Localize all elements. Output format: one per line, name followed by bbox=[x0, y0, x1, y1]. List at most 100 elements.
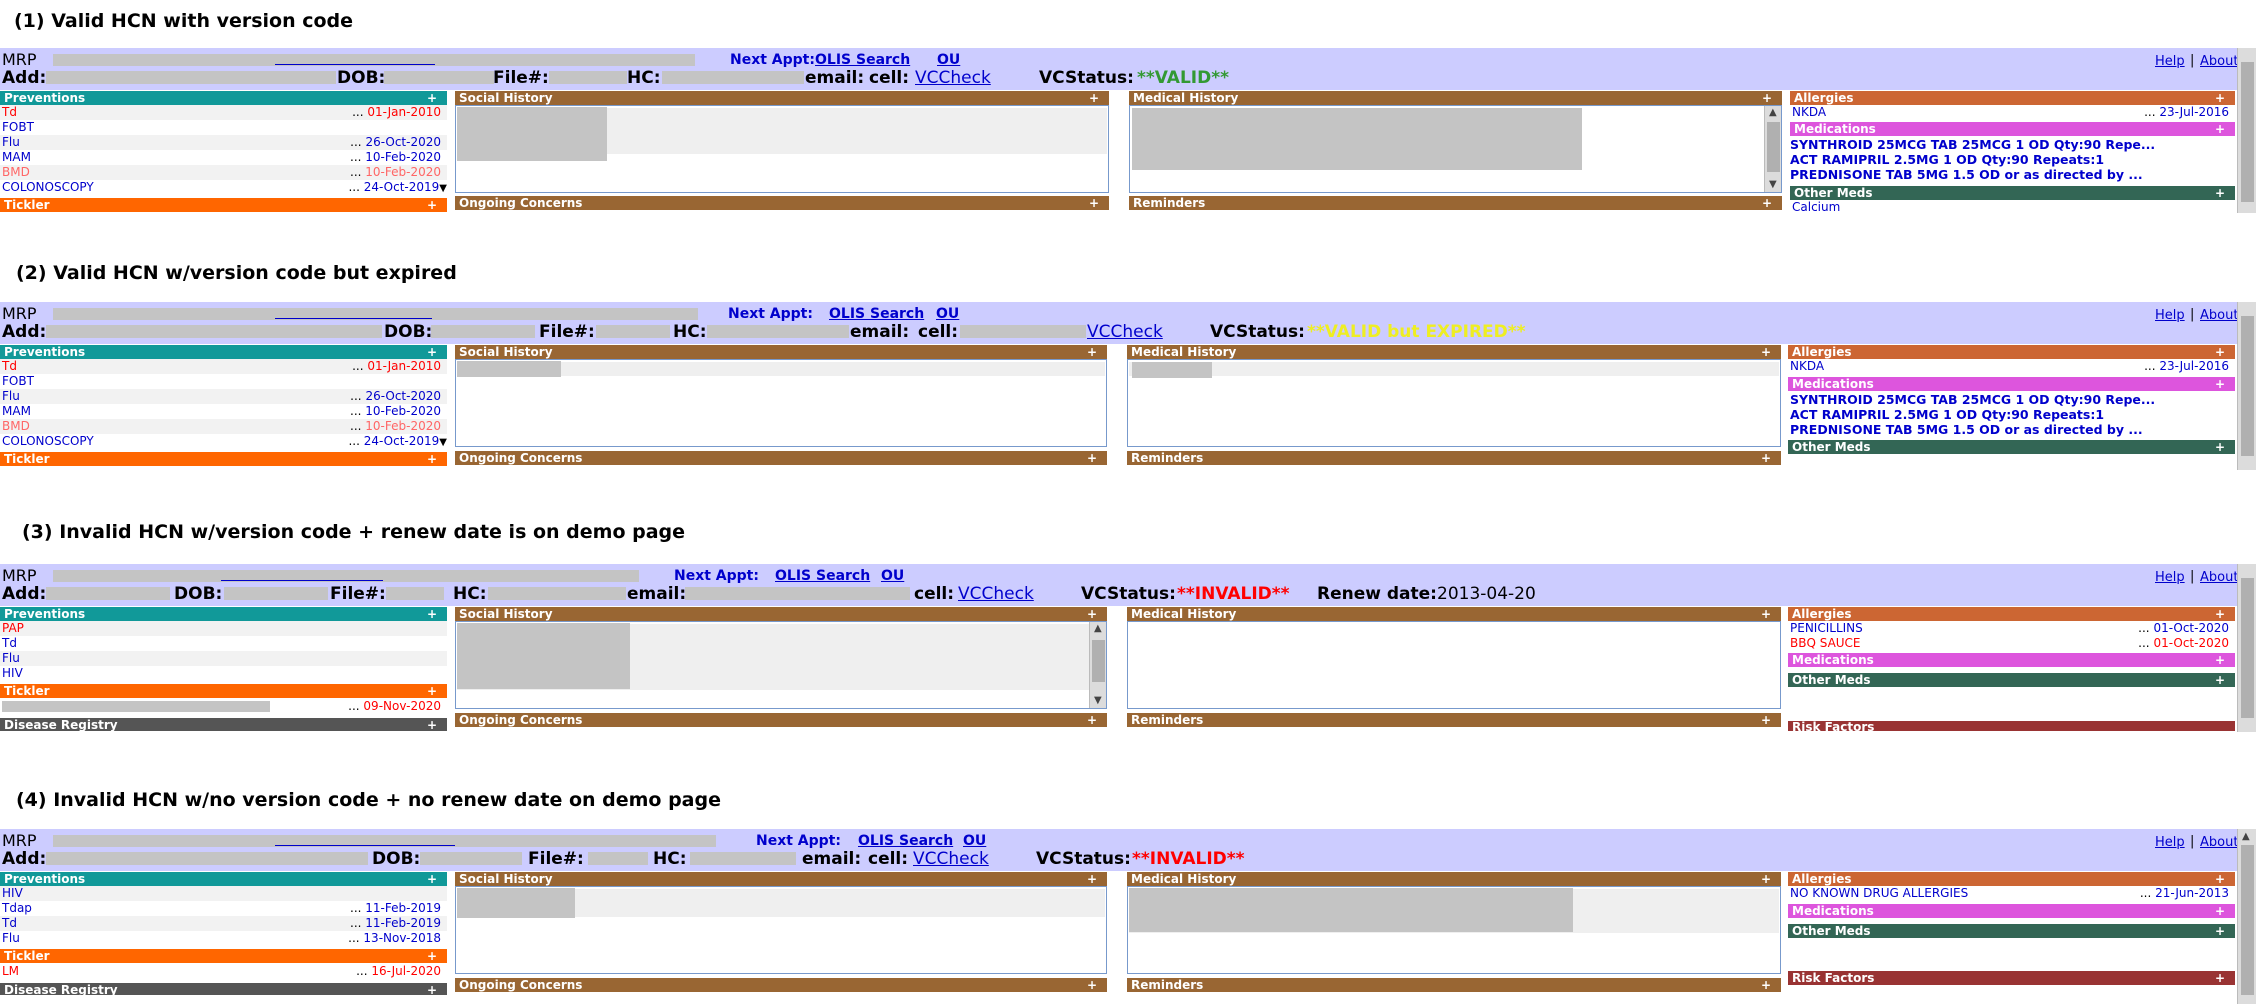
page-scrollbar[interactable]: ▲ bbox=[2237, 829, 2256, 1004]
add-icon[interactable]: + bbox=[427, 345, 437, 359]
prevention-row[interactable]: Flu bbox=[0, 651, 447, 666]
add-icon[interactable]: + bbox=[427, 607, 437, 621]
olis-search-link[interactable]: OLIS Search bbox=[829, 306, 924, 322]
allergy-row[interactable]: NKDA... 23-Jul-2016 bbox=[1790, 105, 2235, 120]
tickler-header[interactable]: Tickler + bbox=[0, 949, 447, 963]
add-icon[interactable]: + bbox=[2215, 377, 2225, 391]
allergy-row[interactable]: NO KNOWN DRUG ALLERGIES... 21-Jun-2013 bbox=[1788, 886, 2235, 901]
medical-history-header[interactable]: Medical History + bbox=[1127, 872, 1781, 886]
prevention-row[interactable]: Td... 01-Jan-2010 bbox=[0, 359, 447, 374]
add-icon[interactable]: + bbox=[427, 198, 437, 212]
prevention-row[interactable]: HIV bbox=[0, 886, 447, 901]
medical-history-box[interactable]: ▲ ▼ bbox=[1129, 105, 1782, 193]
scroll-down-icon[interactable]: ▼ bbox=[439, 183, 447, 194]
reminders-header[interactable]: Reminders + bbox=[1127, 978, 1781, 992]
allergies-header[interactable]: Allergies + bbox=[1790, 91, 2235, 105]
prevention-row[interactable]: Flu... 26-Oct-2020 bbox=[0, 135, 447, 150]
ongoing-concerns-header[interactable]: Ongoing Concerns + bbox=[455, 451, 1107, 465]
add-icon[interactable]: + bbox=[1089, 196, 1099, 210]
disease-registry-header[interactable]: Disease Registry + bbox=[0, 718, 447, 731]
patient-link[interactable] bbox=[221, 580, 383, 581]
ou-link[interactable]: OU bbox=[937, 52, 960, 68]
preventions-header[interactable]: Preventions + bbox=[0, 91, 447, 105]
preventions-header[interactable]: Preventions + bbox=[0, 872, 447, 886]
add-icon[interactable]: + bbox=[1087, 451, 1097, 465]
prevention-row[interactable]: FOBT bbox=[0, 374, 447, 389]
medication-item[interactable]: SYNTHROID 25MCG TAB 25MCG 1 OD Qty:90 Re… bbox=[1790, 137, 2155, 152]
patient-link[interactable] bbox=[275, 845, 455, 846]
add-icon[interactable]: + bbox=[1089, 91, 1099, 105]
about-link[interactable]: About bbox=[2200, 308, 2238, 323]
allergies-header[interactable]: Allergies + bbox=[1788, 872, 2235, 886]
scroll-down-icon[interactable]: ▼ bbox=[439, 437, 447, 448]
add-icon[interactable]: + bbox=[2215, 653, 2225, 667]
prevention-row[interactable]: MAM... 10-Feb-2020 bbox=[0, 150, 447, 165]
prevention-row[interactable]: COLONOSCOPY... 24-Oct-2019▼ bbox=[0, 180, 447, 195]
add-icon[interactable]: + bbox=[1087, 345, 1097, 359]
tickler-header[interactable]: Tickler + bbox=[0, 684, 447, 698]
prevention-row[interactable]: Flu... 13-Nov-2018 bbox=[0, 931, 447, 946]
olis-search-link[interactable]: OLIS Search bbox=[815, 52, 910, 68]
other-meds-header[interactable]: Other Meds + bbox=[1788, 673, 2235, 687]
preventions-header[interactable]: Preventions + bbox=[0, 607, 447, 621]
tickler-header[interactable]: Tickler + bbox=[0, 452, 447, 466]
tickler-row[interactable]: ... 09-Nov-2020 bbox=[0, 699, 447, 714]
about-link[interactable]: About bbox=[2200, 570, 2238, 585]
medication-item[interactable]: SYNTHROID 25MCG TAB 25MCG 1 OD Qty:90 Re… bbox=[1790, 392, 2155, 407]
social-history-box[interactable] bbox=[455, 105, 1109, 193]
allergies-header[interactable]: Allergies + bbox=[1788, 607, 2235, 621]
medical-history-box[interactable] bbox=[1127, 621, 1781, 709]
add-icon[interactable]: + bbox=[2215, 904, 2225, 918]
medical-history-box[interactable] bbox=[1127, 359, 1781, 447]
add-icon[interactable]: + bbox=[2215, 872, 2225, 886]
other-meds-header[interactable]: Other Meds + bbox=[1788, 924, 2235, 938]
add-icon[interactable]: + bbox=[2215, 607, 2225, 621]
prevention-row[interactable]: HIV bbox=[0, 666, 447, 681]
medications-header[interactable]: Medications + bbox=[1790, 122, 2235, 136]
medical-history-header[interactable]: Medical History + bbox=[1127, 607, 1781, 621]
vccheck-link[interactable]: VCCheck bbox=[915, 68, 991, 88]
add-icon[interactable]: + bbox=[427, 983, 437, 995]
prevention-row[interactable]: PAP bbox=[0, 621, 447, 636]
ou-link[interactable]: OU bbox=[881, 568, 904, 584]
page-scrollbar[interactable] bbox=[2237, 564, 2256, 732]
risk-factors-header[interactable]: Risk Factors + bbox=[1788, 971, 2235, 985]
add-icon[interactable]: + bbox=[1762, 196, 1772, 210]
medication-item[interactable]: PREDNISONE TAB 5MG 1.5 OD or as directed… bbox=[1790, 167, 2143, 182]
other-med-row[interactable]: Calcium bbox=[1790, 201, 2235, 212]
about-link[interactable]: About bbox=[2200, 54, 2238, 69]
preventions-header[interactable]: Preventions + bbox=[0, 345, 447, 359]
add-icon[interactable]: + bbox=[1761, 607, 1771, 621]
medication-item[interactable]: ACT RAMIPRIL 2.5MG 1 OD Qty:90 Repeats:1 bbox=[1790, 152, 2104, 167]
add-icon[interactable]: + bbox=[2215, 971, 2225, 985]
add-icon[interactable]: + bbox=[2215, 122, 2225, 136]
patient-link[interactable] bbox=[275, 318, 432, 319]
help-link[interactable]: Help bbox=[2155, 54, 2185, 69]
add-icon[interactable]: + bbox=[1761, 345, 1771, 359]
ongoing-concerns-header[interactable]: Ongoing Concerns + bbox=[455, 713, 1107, 727]
allergy-row[interactable]: BBQ SAUCE... 01-Oct-2020 bbox=[1788, 636, 2235, 651]
risk-factors-header[interactable]: Risk Factors bbox=[1788, 721, 2235, 731]
add-icon[interactable]: + bbox=[427, 452, 437, 466]
add-icon[interactable]: + bbox=[1087, 713, 1097, 727]
medical-history-scrollbar[interactable]: ▲ ▼ bbox=[1764, 106, 1781, 192]
add-icon[interactable]: + bbox=[1087, 978, 1097, 992]
vccheck-link[interactable]: VCCheck bbox=[1087, 322, 1163, 342]
social-history-header[interactable]: Social History + bbox=[455, 345, 1107, 359]
add-icon[interactable]: + bbox=[1761, 872, 1771, 886]
help-link[interactable]: Help bbox=[2155, 835, 2185, 850]
other-meds-header[interactable]: Other Meds + bbox=[1788, 440, 2235, 454]
prevention-row[interactable]: Tdap... 11-Feb-2019 bbox=[0, 901, 447, 916]
prevention-row[interactable]: COLONOSCOPY... 24-Oct-2019▼ bbox=[0, 434, 447, 449]
vccheck-link[interactable]: VCCheck bbox=[913, 849, 989, 869]
help-link[interactable]: Help bbox=[2155, 308, 2185, 323]
disease-registry-header[interactable]: Disease Registry + bbox=[0, 983, 447, 995]
medications-header[interactable]: Medications + bbox=[1788, 377, 2235, 391]
page-scrollbar[interactable] bbox=[2237, 48, 2256, 213]
add-icon[interactable]: + bbox=[1762, 91, 1772, 105]
prevention-row[interactable]: Td bbox=[0, 636, 447, 651]
add-icon[interactable]: + bbox=[2215, 673, 2225, 687]
patient-link[interactable] bbox=[275, 64, 435, 65]
add-icon[interactable]: + bbox=[2215, 440, 2225, 454]
tickler-row[interactable]: LM... 16-Jul-2020 bbox=[0, 964, 447, 979]
